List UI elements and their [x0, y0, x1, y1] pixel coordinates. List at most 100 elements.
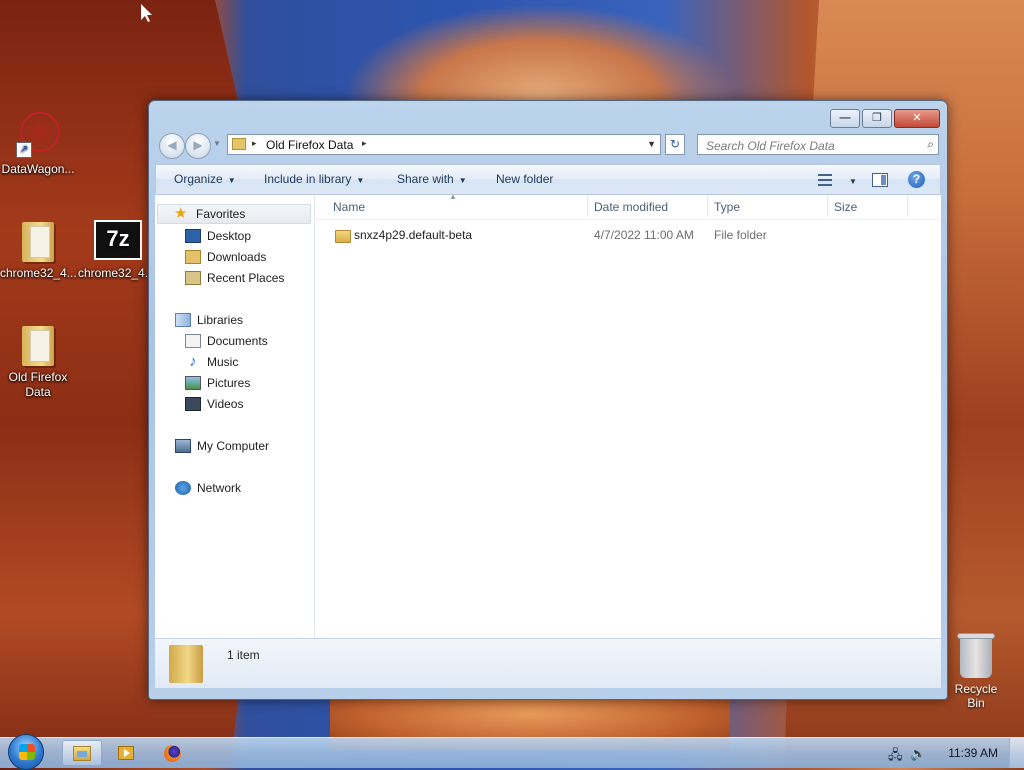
desktop-icon-datawagon[interactable]: ↗ DataWagon...	[0, 112, 76, 177]
navigation-pane: ★ Favorites Desktop Downloads Recent Pla…	[155, 195, 315, 639]
search-icon[interactable]: ⌕	[927, 137, 934, 152]
nav-label: Documents	[207, 334, 268, 348]
address-row: ◀ ▶ ▼ ▸ Old Firefox Data ▸ ▼ ↻ ⌕	[157, 133, 939, 159]
nav-pictures[interactable]: Pictures	[185, 373, 250, 393]
computer-icon	[175, 439, 191, 453]
help-button[interactable]: ?	[908, 171, 925, 188]
nav-recent-places[interactable]: Recent Places	[185, 268, 284, 288]
nav-my-computer[interactable]: My Computer	[175, 436, 269, 456]
documents-icon	[185, 334, 201, 348]
folder-icon	[335, 230, 351, 243]
desktop-icon-label: chrome32_4...	[78, 266, 155, 280]
taskbar: 🖧 🔈 11:39 AM	[0, 734, 1024, 770]
column-name[interactable]: Name	[333, 200, 365, 214]
windows-logo-icon	[19, 744, 35, 760]
volume-icon[interactable]: 🔈	[910, 746, 926, 762]
system-tray: 🖧 🔈 11:39 AM	[844, 738, 1024, 768]
forward-button[interactable]: ▶	[185, 133, 211, 159]
file-name: snxz4p29.default-beta	[354, 228, 473, 242]
nav-documents[interactable]: Documents	[185, 331, 268, 351]
file-list[interactable]: ▲ Name Date modified Type Size snxz4p29.…	[315, 192, 941, 639]
details-pane: 1 item	[155, 638, 941, 688]
nav-favorites[interactable]: ★ Favorites	[157, 204, 311, 224]
star-icon: ★	[174, 205, 188, 222]
nav-label: Videos	[207, 397, 244, 411]
file-type: File folder	[714, 228, 767, 242]
column-type[interactable]: Type	[714, 200, 740, 214]
column-headers: ▲ Name Date modified Type Size	[315, 192, 941, 220]
desktop-icon-label: Old Firefox Data	[8, 370, 68, 399]
column-size[interactable]: Size	[834, 200, 857, 214]
clock[interactable]: 11:39 AM	[948, 746, 998, 760]
close-button[interactable]: ✕	[894, 109, 940, 128]
taskbar-explorer-button[interactable]	[62, 740, 102, 766]
desktop-icon-chrome32-b[interactable]: 7z chrome32_4...	[78, 216, 155, 281]
pictures-icon	[185, 376, 201, 390]
chevron-down-icon: ▼	[849, 177, 857, 186]
search-input[interactable]	[704, 137, 913, 154]
address-dropdown-icon[interactable]: ▼	[647, 139, 656, 149]
window-controls: — ❐ ✕	[830, 109, 940, 128]
desktop-icon-old-firefox-data[interactable]: Old Firefox Data	[0, 320, 76, 400]
organize-button[interactable]: Organize ▼	[174, 172, 236, 186]
folder-icon	[169, 645, 203, 683]
view-dropdown[interactable]: ▼	[844, 173, 857, 187]
nav-downloads[interactable]: Downloads	[185, 247, 266, 267]
minimize-button[interactable]: —	[830, 109, 860, 128]
share-with-button[interactable]: Share with ▼	[397, 172, 467, 186]
desktop-icon-recycle-bin[interactable]: Recycle Bin	[946, 633, 1006, 710]
restore-icon: ❐	[872, 112, 882, 124]
preview-pane-button[interactable]	[872, 173, 888, 187]
new-folder-button[interactable]: New folder	[496, 172, 553, 186]
forward-arrow-icon: ▶	[193, 138, 203, 152]
nav-label: Downloads	[207, 250, 267, 264]
breadcrumb-old-firefox-data[interactable]: Old Firefox Data	[266, 138, 353, 152]
sort-ascending-icon: ▲	[449, 192, 457, 201]
breadcrumb-separator-icon[interactable]: ▸	[252, 138, 257, 149]
nav-label: Favorites	[196, 207, 246, 221]
file-date-modified: 4/7/2022 11:00 AM	[594, 228, 694, 242]
preview-pane-icon	[872, 173, 888, 187]
nav-label: Desktop	[207, 229, 252, 243]
desktop-icon	[185, 229, 201, 243]
datawagon-icon: ↗	[16, 112, 60, 158]
file-row[interactable]: snxz4p29.default-beta 4/7/2022 11:00 AM …	[335, 227, 935, 245]
breadcrumb-separator-icon[interactable]: ▸	[362, 138, 367, 149]
help-icon: ?	[908, 171, 925, 188]
desktop-icon-chrome32-a[interactable]: chrome32_4...	[0, 216, 77, 281]
address-bar[interactable]: ▸ Old Firefox Data ▸ ▼	[227, 134, 661, 155]
downloads-icon	[185, 250, 201, 264]
maximize-button[interactable]: ❐	[862, 109, 892, 128]
nav-music[interactable]: ♪ Music	[185, 352, 238, 372]
recent-pages-dropdown[interactable]: ▼	[213, 139, 221, 148]
start-button[interactable]	[8, 734, 44, 770]
nav-desktop[interactable]: Desktop	[185, 226, 251, 246]
change-view-button[interactable]	[818, 174, 832, 186]
minimize-icon: —	[839, 112, 851, 124]
taskbar-media-player-button[interactable]	[106, 740, 146, 766]
command-bar: Organize ▼ Include in library ▼ Share with…	[155, 164, 941, 195]
nav-network[interactable]: Network	[175, 478, 241, 498]
refresh-button[interactable]: ↻	[665, 134, 685, 155]
nav-label: My Computer	[197, 439, 270, 453]
nav-libraries[interactable]: Libraries	[175, 310, 243, 330]
explorer-body: ★ Favorites Desktop Downloads Recent Pla…	[155, 192, 941, 639]
desktop-icon-label: DataWagon...	[1, 162, 75, 176]
seven-zip-icon: 7z	[94, 216, 142, 262]
network-status-icon[interactable]: 🖧	[888, 746, 903, 768]
music-icon: ♪	[189, 353, 197, 370]
nav-label: Network	[197, 481, 242, 495]
include-in-library-button[interactable]: Include in library ▼	[264, 172, 364, 186]
back-button[interactable]: ◀	[159, 133, 185, 159]
search-box[interactable]: ⌕	[697, 134, 939, 155]
show-desktop-button[interactable]	[1009, 738, 1024, 768]
explorer-window[interactable]: — ❐ ✕ ◀ ▶ ▼ ▸ Old Firefox Data ▸ ▼ ↻ ⌕ O…	[148, 100, 948, 700]
taskbar-firefox-button[interactable]	[152, 740, 192, 766]
nav-label: Recent Places	[207, 271, 285, 285]
column-date-modified[interactable]: Date modified	[594, 200, 668, 214]
shortcut-arrow-icon: ↗	[16, 142, 32, 158]
nav-label: Libraries	[197, 313, 244, 327]
close-icon: ✕	[912, 112, 922, 124]
nav-videos[interactable]: Videos	[185, 394, 243, 414]
recycle-bin-icon	[957, 633, 995, 678]
